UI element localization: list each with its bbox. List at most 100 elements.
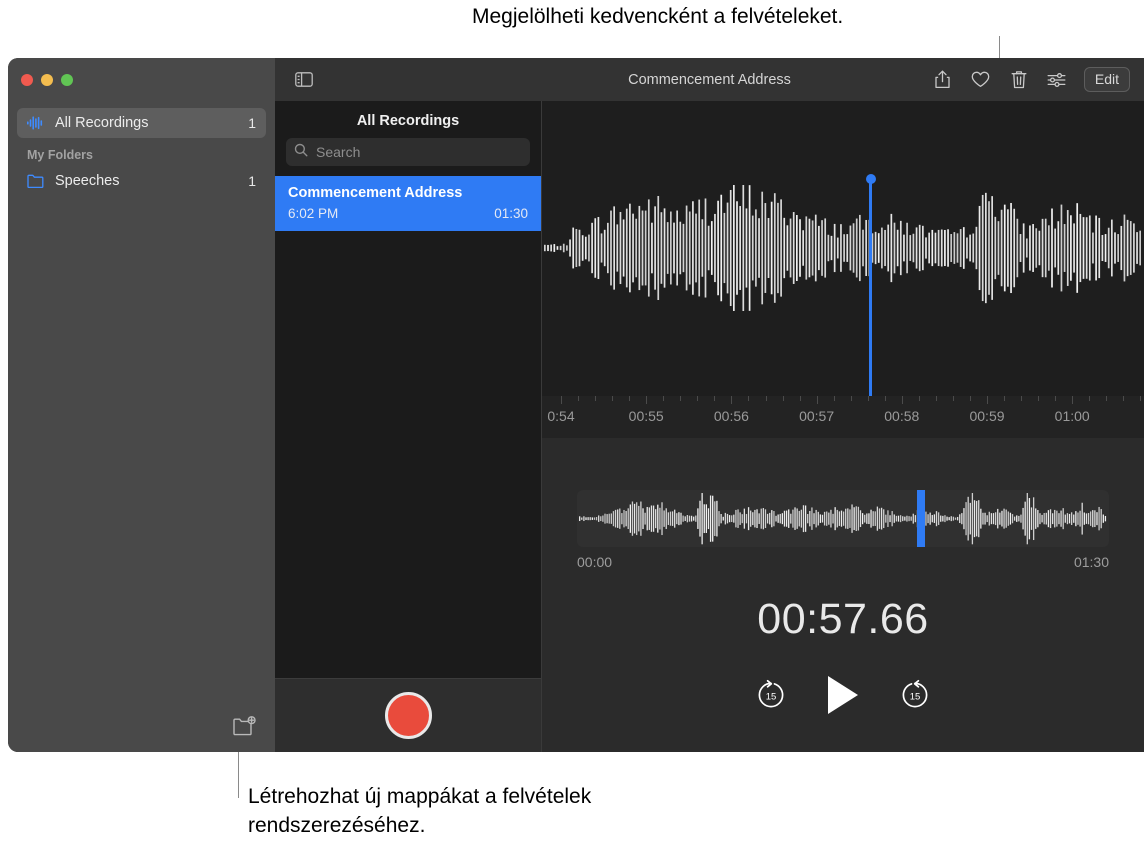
ruler-tick (714, 396, 715, 401)
sidebar-item-count: 1 (248, 115, 256, 131)
sidebar-toggle-icon[interactable] (291, 67, 317, 93)
close-button[interactable] (21, 74, 33, 86)
ruler-tick (936, 396, 937, 401)
overview-time-labels: 00:00 01:30 (577, 547, 1109, 570)
sidebar-item-label: All Recordings (55, 115, 149, 131)
minimize-button[interactable] (41, 74, 53, 86)
ruler-tick (987, 396, 988, 404)
ruler-tick (646, 396, 647, 404)
ruler-tick (578, 396, 579, 401)
ruler-label: 01:00 (1055, 408, 1090, 424)
current-timecode: 00:57.66 (542, 570, 1144, 644)
skip-forward-15-icon[interactable]: 15 (899, 679, 931, 711)
edit-button[interactable]: Edit (1084, 67, 1130, 92)
ruler-tick (561, 396, 562, 404)
playhead-handle-top[interactable] (866, 174, 876, 184)
ruler-tick (680, 396, 681, 401)
overview-waveform-track[interactable] (577, 490, 1109, 547)
search-container (275, 138, 541, 176)
ruler-label: 00:56 (714, 408, 749, 424)
overview-end-time: 01:30 (1074, 554, 1109, 570)
voice-memos-window: Commencement Address (8, 58, 1144, 752)
ruler-tick (1106, 396, 1107, 401)
search-field[interactable] (286, 138, 530, 166)
recording-duration: 01:30 (494, 206, 528, 221)
window-body: All Recordings 1 My Folders Speeches 1 (8, 101, 1144, 752)
share-icon[interactable] (930, 67, 956, 93)
ruler-tick (663, 396, 664, 401)
heart-icon[interactable] (968, 67, 994, 93)
sidebar-item-speeches[interactable]: Speeches 1 (17, 166, 266, 196)
svg-text:15: 15 (766, 692, 777, 703)
ruler-tick (1123, 396, 1124, 401)
ruler-label: 00:57 (799, 408, 834, 424)
sidebar-item-all-recordings[interactable]: All Recordings 1 (17, 108, 266, 138)
overview-start-time: 00:00 (577, 554, 612, 570)
ruler-tick (1004, 396, 1005, 401)
ruler-tick (766, 396, 767, 401)
callout-text-new-folder: Létrehozhat új mappákat a felvételek ren… (248, 782, 591, 840)
ruler-tick (834, 396, 835, 401)
ruler-tick (1021, 396, 1022, 401)
play-icon[interactable] (824, 674, 862, 716)
waveform-icon (27, 116, 47, 130)
record-bar (275, 678, 541, 752)
ruler-tick (1055, 396, 1056, 401)
ruler-tick (1140, 396, 1141, 401)
time-ruler[interactable]: 0:5400:5500:5600:5700:5800:5901:0001: (542, 396, 1144, 438)
ruler-tick (817, 396, 818, 404)
ruler-tick (612, 396, 613, 401)
ruler-tick (1089, 396, 1090, 401)
record-button[interactable] (385, 692, 432, 739)
recordings-list-panel: All Recordings Commencement Address 6:02… (275, 101, 542, 752)
window-toolbar: Commencement Address (8, 58, 1144, 101)
callout-text-favorites: Megjelölheti kedvencként a felvételeket. (472, 2, 843, 31)
ruler-label: 00:58 (884, 408, 919, 424)
ruler-label: 00:55 (629, 408, 664, 424)
sliders-icon[interactable] (1044, 67, 1070, 93)
sidebar-group-header: My Folders (8, 138, 275, 166)
list-item[interactable]: Commencement Address 6:02 PM 01:30 (275, 176, 541, 231)
ruler-tick (731, 396, 732, 404)
ruler-tick (953, 396, 954, 401)
ruler-tick (868, 396, 869, 401)
main-waveform (542, 183, 1141, 313)
search-input[interactable] (314, 143, 522, 161)
ruler-tick (885, 396, 886, 401)
folder-icon (27, 174, 47, 188)
toolbar-bar: Commencement Address (275, 58, 1144, 101)
titlebar-traffic-lights (8, 58, 275, 101)
ruler-tick (783, 396, 784, 401)
ruler-tick (697, 396, 698, 401)
main-waveform-area[interactable] (542, 101, 1144, 396)
ruler-tick (595, 396, 596, 401)
ruler-tick (851, 396, 852, 401)
sidebar: All Recordings 1 My Folders Speeches 1 (8, 101, 275, 752)
trash-icon[interactable] (1006, 67, 1032, 93)
ruler-label: 00:59 (969, 408, 1004, 424)
transport-controls: 15 15 (542, 644, 1144, 716)
ruler-tick (748, 396, 749, 401)
ruler-tick (800, 396, 801, 401)
list-empty-space (275, 231, 541, 678)
list-header-title: All Recordings (275, 101, 541, 138)
recording-time: 6:02 PM (288, 206, 338, 221)
recording-meta: 6:02 PM 01:30 (288, 206, 528, 221)
ruler-tick (919, 396, 920, 401)
ruler-label: 0:54 (547, 408, 574, 424)
playhead[interactable] (869, 179, 872, 396)
search-icon (294, 143, 308, 162)
ruler-tick (1038, 396, 1039, 401)
ruler-tick (1072, 396, 1073, 404)
toolbar-actions: Edit (930, 67, 1130, 93)
overview-scrubber[interactable] (917, 490, 925, 547)
skip-back-15-icon[interactable]: 15 (755, 679, 787, 711)
ruler-tick (970, 396, 971, 401)
ruler-tick (629, 396, 630, 401)
overview-section: 00:00 01:30 (542, 438, 1144, 570)
overview-waveform (577, 490, 1109, 547)
zoom-button[interactable] (61, 74, 73, 86)
new-folder-icon[interactable] (230, 714, 258, 738)
recording-title: Commencement Address (288, 185, 528, 201)
player-panel: 0:5400:5500:5600:5700:5800:5901:0001: 00… (542, 101, 1144, 752)
